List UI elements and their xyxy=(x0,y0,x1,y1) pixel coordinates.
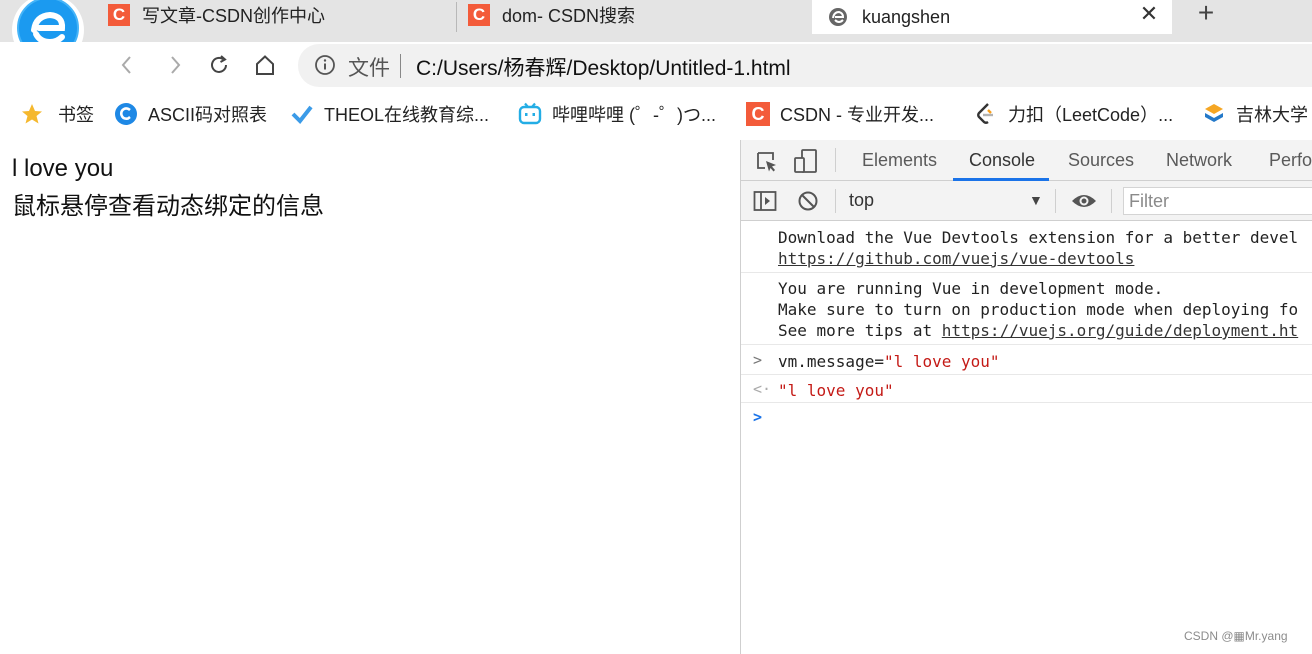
bookmark-csdn[interactable]: C CSDN - 专业开发... xyxy=(746,100,934,128)
reload-icon xyxy=(211,55,227,73)
console-message: Make sure to turn on production mode whe… xyxy=(778,300,1299,319)
csdn-icon: C xyxy=(746,102,770,126)
vue-deployment-link[interactable]: https://vuejs.org/guide/deployment.ht xyxy=(942,321,1298,340)
bookmark-theol[interactable]: THEOL在线教育综... xyxy=(290,100,489,128)
vue-devtools-link[interactable]: https://github.com/vuejs/vue-devtools xyxy=(778,249,1134,268)
console-input-string: "l love you" xyxy=(883,352,1000,371)
console-message: You are running Vue in development mode. xyxy=(778,279,1164,298)
console-message: Download the Vue Devtools extension for … xyxy=(778,228,1299,247)
tab-label: 写文章-CSDN创作中心 xyxy=(142,6,325,26)
devtools-panel: Elements Console Sources Network Perfor … xyxy=(740,140,1312,654)
leetcode-icon xyxy=(974,102,998,126)
reload-button[interactable] xyxy=(204,50,234,80)
console-filter-input[interactable]: Filter xyxy=(1123,187,1312,215)
input-prompt-icon: > xyxy=(753,351,763,369)
back-button[interactable] xyxy=(112,50,142,80)
csdn-icon: C xyxy=(468,4,490,26)
home-icon xyxy=(256,55,274,75)
console-input-expression: vm.message= xyxy=(778,352,884,371)
home-button[interactable] xyxy=(250,50,280,80)
inspect-element-icon[interactable] xyxy=(755,150,779,179)
check-icon xyxy=(290,102,314,126)
console-input-echo: vm.message="l love you" xyxy=(778,352,1000,371)
console-result: "l love you" xyxy=(778,381,894,400)
bookmark-label: 吉林大学 xyxy=(1236,105,1308,125)
devtools-tab-elements[interactable]: Elements xyxy=(862,150,937,171)
result-arrow-icon: <· xyxy=(753,380,772,398)
console-divider xyxy=(741,402,1312,403)
close-tab-icon[interactable]: ✕ xyxy=(1136,2,1162,28)
devtools-tab-network[interactable]: Network xyxy=(1166,150,1232,171)
tab-csdn-search[interactable]: C dom- CSDN搜索 xyxy=(468,0,798,30)
bookmark-label: 书签 xyxy=(58,105,94,125)
toolbar-divider xyxy=(1111,189,1112,213)
star-icon xyxy=(20,102,44,126)
devtools-tab-sources[interactable]: Sources xyxy=(1068,150,1134,171)
toolbar-divider xyxy=(1055,189,1056,213)
csdn-icon: C xyxy=(108,4,130,26)
address-url[interactable]: C:/Users/杨春辉/Desktop/Untitled-1.html xyxy=(416,52,791,82)
bookmark-label: THEOL在线教育综... xyxy=(324,105,490,125)
sidebar-toggle-icon[interactable] xyxy=(753,190,777,217)
console-input[interactable] xyxy=(771,406,1301,430)
c-circle-icon xyxy=(114,102,138,126)
console-text: See more tips at xyxy=(778,321,942,340)
bookmark-label: CSDN - 专业开发... xyxy=(780,105,935,125)
bookmark-label: 力扣（LeetCode）... xyxy=(1008,105,1174,125)
bookmark-ascii[interactable]: ASCII码对照表 xyxy=(114,100,267,128)
tab-kuangshen[interactable]: kuangshen xyxy=(812,0,1172,34)
tab-label: dom- CSDN搜索 xyxy=(502,6,636,26)
tab-divider xyxy=(456,2,457,32)
console-message: See more tips at https://vuejs.org/guide… xyxy=(778,321,1298,340)
bookmark-label: 哔哩哔哩 (゜-゜)つ... xyxy=(552,105,716,125)
devtools-tabbar: Elements Console Sources Network Perfor xyxy=(741,140,1312,181)
console-link[interactable]: https://github.com/vuejs/vue-devtools xyxy=(778,249,1134,268)
bookmark-folder[interactable]: 书签 xyxy=(20,100,94,128)
console-divider xyxy=(741,272,1312,273)
bookmark-bilibili[interactable]: 哔哩哔哩 (゜-゜)つ... xyxy=(518,100,716,128)
info-icon[interactable] xyxy=(314,54,336,76)
bookmark-leetcode[interactable]: 力扣（LeetCode）... xyxy=(974,100,1173,128)
dropdown-arrow-icon[interactable]: ▼ xyxy=(1029,192,1043,208)
toolbar-divider xyxy=(835,189,836,213)
tab-label: kuangshen xyxy=(862,6,951,27)
console-divider xyxy=(741,344,1312,345)
forward-button[interactable] xyxy=(160,50,190,80)
chevron-right-icon xyxy=(171,56,181,74)
hover-hint-text[interactable]: 鼠标悬停查看动态绑定的信息 xyxy=(12,186,324,221)
devtools-tab-performance[interactable]: Perfor xyxy=(1269,150,1312,171)
clear-console-icon[interactable] xyxy=(797,190,819,217)
eye-icon[interactable] xyxy=(1071,191,1097,216)
tab-csdn-write[interactable]: C 写文章-CSDN创作中心 xyxy=(108,0,448,30)
device-toolbar-icon[interactable] xyxy=(793,148,819,179)
bookmark-label: ASCII码对照表 xyxy=(148,105,268,125)
address-scheme-label: 文件 xyxy=(348,57,390,80)
address-divider xyxy=(400,54,401,78)
bookmark-jlu[interactable]: 吉林大学 xyxy=(1202,100,1308,128)
chevron-left-icon xyxy=(121,56,131,74)
page-icon xyxy=(828,7,848,27)
new-tab-button[interactable]: + xyxy=(1190,0,1222,29)
devtools-tab-console[interactable]: Console xyxy=(969,150,1035,171)
bilibili-icon xyxy=(518,102,542,126)
console-divider xyxy=(741,374,1312,375)
console-prompt-icon: > xyxy=(753,408,763,426)
vue-message-text: l love you xyxy=(12,155,114,182)
watermark-text: CSDN @▦Mr.yang xyxy=(1184,629,1288,643)
context-selector[interactable]: top xyxy=(849,190,874,211)
toolbar-divider xyxy=(835,148,836,172)
jlu-icon xyxy=(1202,102,1226,126)
